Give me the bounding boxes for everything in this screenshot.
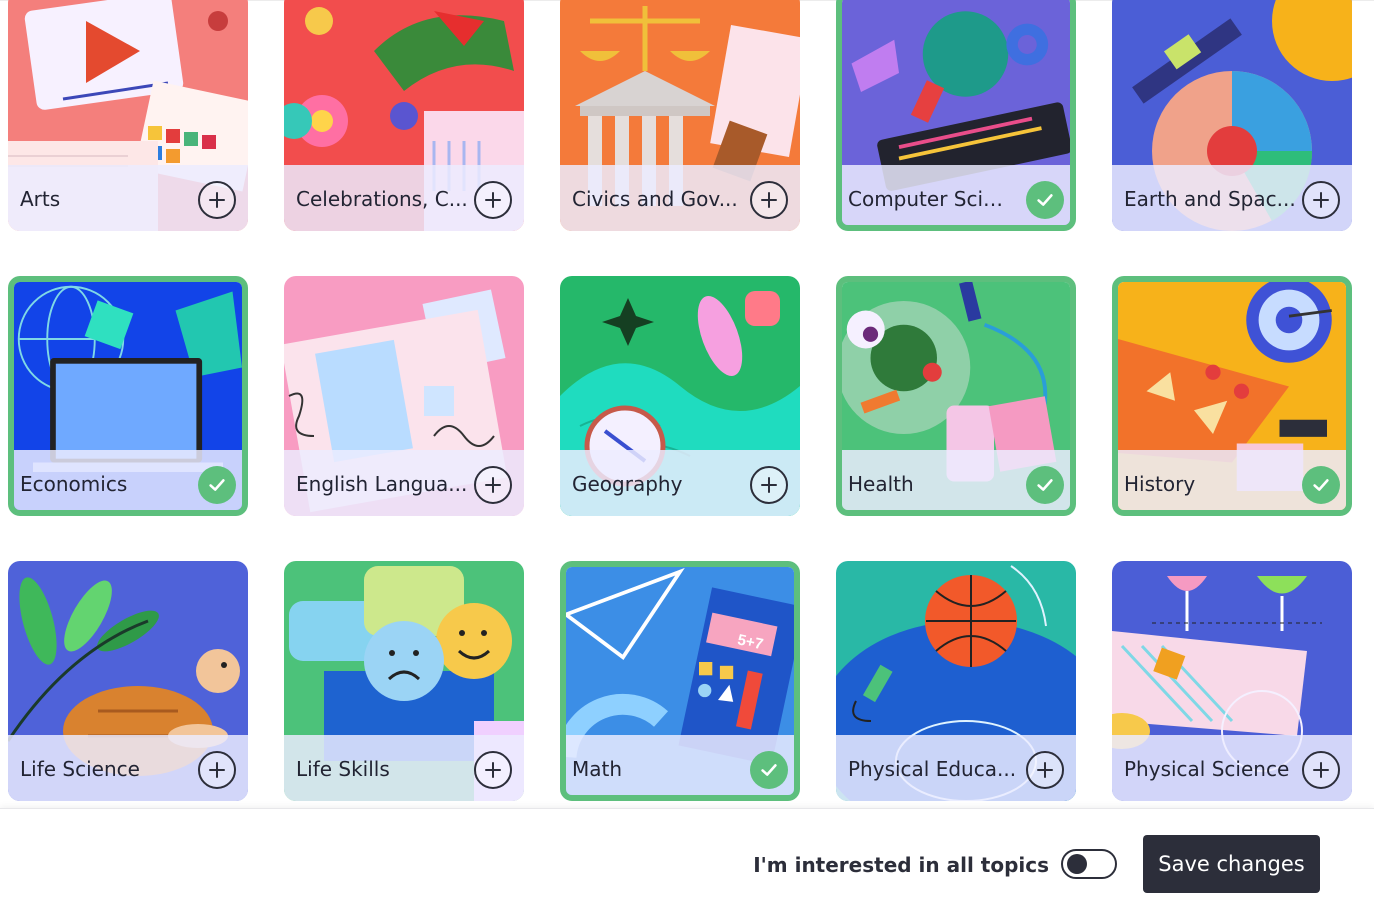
topic-card-physical-education[interactable]: Physical Educa... <box>836 561 1076 801</box>
topic-card-english[interactable]: A English Langua... <box>284 276 524 516</box>
add-icon[interactable] <box>198 751 236 789</box>
add-icon[interactable] <box>750 181 788 219</box>
all-topics-label: I'm interested in all topics <box>753 853 1049 877</box>
topic-card-geography[interactable]: Geography <box>560 276 800 516</box>
topic-label: English Langua... <box>296 472 468 496</box>
topic-label: Life Skills <box>296 757 390 781</box>
topic-card-civics[interactable]: Civics and Gov... <box>560 0 800 231</box>
topic-label: Arts <box>20 187 61 211</box>
topic-grid: Arts Celebrations, C... Civics and Gov..… <box>0 0 1374 808</box>
add-icon[interactable] <box>198 181 236 219</box>
topic-label: Physical Science <box>1124 757 1290 781</box>
topic-card-physical-science[interactable]: Physical Science <box>1112 561 1352 801</box>
topic-card-celebrations[interactable]: Celebrations, C... <box>284 0 524 231</box>
check-icon[interactable] <box>198 466 236 504</box>
all-topics-toggle[interactable] <box>1061 849 1117 879</box>
topic-label: Health <box>848 472 914 496</box>
topic-label: Civics and Gov... <box>572 187 738 211</box>
add-icon[interactable] <box>750 466 788 504</box>
save-changes-button[interactable]: Save changes <box>1143 835 1320 893</box>
topic-label: Geography <box>572 472 683 496</box>
topic-label: Economics <box>20 472 128 496</box>
check-icon[interactable] <box>750 751 788 789</box>
add-icon[interactable] <box>1302 181 1340 219</box>
topic-card-history[interactable]: History <box>1112 276 1352 516</box>
topic-label: Physical Educa... <box>848 757 1017 781</box>
check-icon[interactable] <box>1302 466 1340 504</box>
topic-label: Earth and Spac... <box>1124 187 1296 211</box>
topic-card-life-skills[interactable]: Life Skills <box>284 561 524 801</box>
topic-card-earth-space[interactable]: Earth and Spac... <box>1112 0 1352 231</box>
add-icon[interactable] <box>1302 751 1340 789</box>
toggle-knob <box>1067 854 1087 874</box>
topic-label: History <box>1124 472 1196 496</box>
topic-card-math[interactable]: 5+7 Math <box>560 561 800 801</box>
add-icon[interactable] <box>474 466 512 504</box>
topic-label: Life Science <box>20 757 140 781</box>
topic-card-economics[interactable]: Economics <box>8 276 248 516</box>
check-icon[interactable] <box>1026 181 1064 219</box>
add-icon[interactable] <box>474 751 512 789</box>
topic-label: Math <box>572 757 623 781</box>
check-icon[interactable] <box>1026 466 1064 504</box>
add-icon[interactable] <box>474 181 512 219</box>
topic-card-health[interactable]: Health <box>836 276 1076 516</box>
add-icon[interactable] <box>1026 751 1064 789</box>
topic-card-arts[interactable]: Arts <box>8 0 248 231</box>
topic-label: Computer Scie... <box>848 187 1014 211</box>
topic-card-life-science[interactable]: Life Science <box>8 561 248 801</box>
footer-bar: I'm interested in all topics Save change… <box>0 808 1374 912</box>
topic-label: Celebrations, C... <box>296 187 468 211</box>
topic-card-computer-science[interactable]: Computer Scie... <box>836 0 1076 231</box>
